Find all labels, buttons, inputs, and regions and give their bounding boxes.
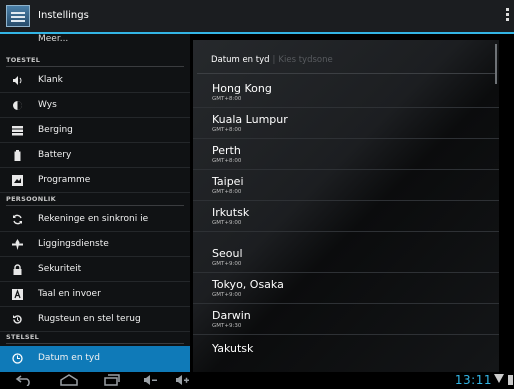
lock-icon (12, 264, 23, 275)
overflow-menu-icon[interactable] (504, 8, 510, 24)
sidebar-item-label: Klank (38, 75, 63, 85)
section-header-toestel: TOESTEL (6, 56, 184, 67)
timezone-name: Seoul (212, 247, 243, 260)
timezone-name: Taipei (212, 175, 244, 188)
home-icon[interactable] (58, 374, 80, 387)
timezone-name: Hong Kong (212, 82, 272, 95)
system-navigation-bar: 13:11 (0, 372, 514, 389)
timezone-offset: GMT+9:00 (212, 292, 242, 298)
sidebar-item-wys[interactable]: Wys (0, 93, 190, 118)
breadcrumb: Datum en tyd | Kies tydsone (211, 55, 333, 65)
app-title: Instellings (38, 10, 89, 21)
timezone-name: Yakutsk (212, 342, 254, 355)
timezone-row[interactable]: Tokyo, Osaka GMT+9:00 (193, 273, 499, 304)
sidebar-item-label: Rugsteun en stel terug (38, 314, 141, 324)
timezone-row[interactable]: Seoul GMT+9:00 (193, 242, 499, 273)
timezone-offset: GMT+8:00 (212, 189, 242, 195)
sidebar-item-label: Programme (38, 175, 91, 185)
location-icon (12, 239, 23, 250)
timezone-name: Irkutsk (212, 206, 250, 219)
timezone-panel: Datum en tyd | Kies tydsone Hong Kong GMT+… (193, 40, 499, 372)
sidebar-item-liggingsdienste[interactable]: Liggingsdienste (0, 232, 190, 257)
sidebar-item-sekuriteit[interactable]: Sekuriteit (0, 257, 190, 282)
timezone-row[interactable]: Yakutsk (193, 337, 499, 368)
storage-icon (12, 125, 23, 136)
timezone-offset: GMT+9:00 (212, 261, 242, 267)
timezone-row[interactable]: Kuala Lumpur GMT+8:00 (193, 108, 499, 139)
volume-up-icon[interactable] (174, 374, 190, 387)
sidebar-item-label: Wys (38, 100, 57, 110)
sidebar-item-rugsteun[interactable]: Rugsteun en stel terug (0, 307, 190, 332)
sidebar-item-datum-en-tyd[interactable]: Datum en tyd (0, 346, 190, 372)
breadcrumb-parent[interactable]: Datum en tyd (211, 55, 270, 65)
sidebar-item-klank[interactable]: Klank (0, 68, 190, 93)
sidebar-item-label: Taal en invoer (38, 289, 101, 299)
timezone-row[interactable]: Perth GMT+8:00 (193, 139, 499, 170)
timezone-row[interactable]: Hong Kong GMT+8:00 (193, 77, 499, 108)
sidebar-item-label: Datum en tyd (38, 353, 100, 363)
timezone-offset: GMT+8:00 (212, 158, 242, 164)
timezone-name: Darwin (212, 309, 251, 322)
sidebar-item-label: Rekeninge en sinkroni ie (38, 214, 149, 224)
divider (197, 73, 495, 74)
back-icon[interactable] (14, 374, 34, 387)
sidebar-item-label: Liggingsdienste (38, 239, 109, 249)
volume-down-icon[interactable] (142, 374, 158, 387)
timezone-name: Kuala Lumpur (212, 113, 288, 126)
recent-apps-icon[interactable] (102, 374, 122, 387)
sidebar-item-programme[interactable]: Programme (0, 168, 190, 193)
sidebar-item-label: Sekuriteit (38, 264, 82, 274)
clock-icon (12, 353, 23, 364)
section-header-stelsel: STELSEL (6, 333, 184, 344)
timezone-row[interactable]: Irkutsk GMT+9:00 (193, 201, 499, 232)
more-link[interactable]: Meer... (38, 34, 68, 44)
timezone-offset: GMT+8:00 (212, 127, 242, 133)
action-bar: Instellings (0, 0, 514, 34)
timezone-offset: GMT+8:00 (212, 96, 242, 102)
sidebar-item-berging[interactable]: Berging (0, 118, 190, 143)
timezone-name: Tokyo, Osaka (212, 278, 284, 291)
sync-icon (12, 214, 23, 225)
timezone-offset: GMT+9:00 (212, 220, 242, 226)
section-header-persoonlik: PERSOONLIK (6, 195, 184, 206)
sidebar-item-label: Berging (38, 125, 73, 135)
sidebar-item-rekeninge[interactable]: Rekeninge en sinkroni ie (0, 207, 190, 232)
breadcrumb-separator: | (272, 55, 276, 65)
settings-categories: Meer... TOESTEL Klank Wys Berging Batter… (0, 34, 190, 372)
backup-icon (12, 314, 23, 325)
sidebar-item-battery[interactable]: Battery (0, 143, 190, 168)
timezone-offset: GMT+9:30 (212, 323, 242, 329)
timezone-row[interactable]: Darwin GMT+9:30 (193, 304, 499, 335)
sidebar-item-label: Battery (38, 150, 72, 160)
breadcrumb-current: Kies tydsone (278, 55, 333, 65)
language-icon (12, 289, 23, 300)
timezone-name: Perth (212, 144, 241, 157)
apps-icon (12, 175, 23, 186)
status-clock[interactable]: 13:11 (455, 373, 492, 387)
settings-app-icon[interactable] (6, 5, 30, 27)
speaker-icon (12, 75, 23, 86)
battery-icon (12, 150, 23, 161)
battery-status-icon (508, 375, 513, 385)
sidebar-item-taal[interactable]: Taal en invoer (0, 282, 190, 307)
display-brightness-icon (12, 100, 23, 111)
wifi-icon (494, 374, 504, 383)
timezone-row[interactable]: Taipei GMT+8:00 (193, 170, 499, 201)
